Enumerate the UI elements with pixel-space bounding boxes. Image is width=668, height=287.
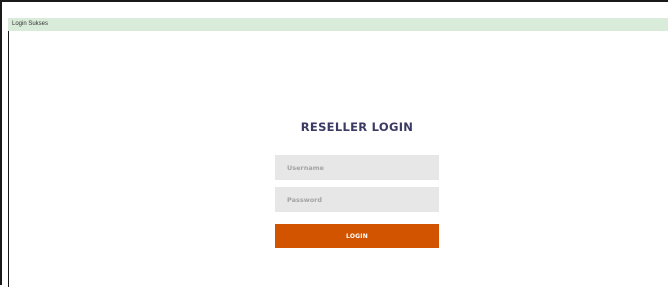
username-input[interactable] xyxy=(275,155,439,180)
login-button[interactable]: LOGIN xyxy=(275,224,439,248)
left-divider xyxy=(8,31,9,287)
password-input[interactable] xyxy=(275,187,439,212)
login-title: RESELLER LOGIN xyxy=(300,120,414,134)
page-frame: Login Sukses RESELLER LOGIN LOGIN xyxy=(0,0,668,287)
status-bar: Login Sukses xyxy=(8,18,668,31)
status-message: Login Sukses xyxy=(12,21,49,27)
